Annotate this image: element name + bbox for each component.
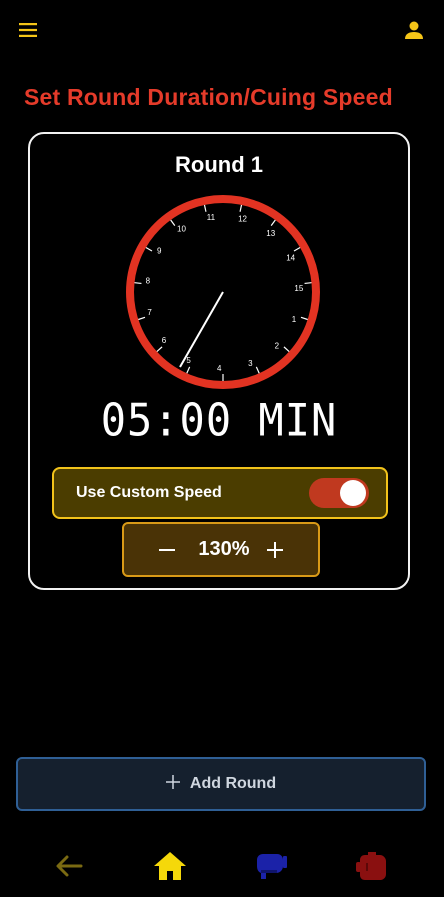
top-bar [0, 0, 444, 60]
plus-icon[interactable] [266, 541, 284, 559]
speed-stepper: 130% [122, 522, 320, 577]
custom-speed-label: Use Custom Speed [76, 484, 222, 501]
clock-number: 1 [292, 315, 297, 324]
clock-number: 14 [286, 253, 295, 262]
custom-speed-toggle[interactable] [309, 478, 369, 508]
add-round-button[interactable]: Add Round [16, 757, 426, 811]
clock-number: 6 [162, 336, 167, 345]
arrow-left-icon[interactable] [51, 848, 87, 884]
clock-number: 12 [238, 215, 247, 224]
clock-number: 7 [147, 308, 152, 317]
clock-number: 15 [294, 284, 303, 293]
clock-number: 8 [146, 276, 151, 285]
boxing-glove-icon[interactable] [253, 848, 289, 884]
plus-icon [165, 774, 180, 794]
bottom-nav [0, 842, 444, 892]
clock-number: 9 [157, 247, 162, 256]
round-card: Round 1 11 12 13 14 15 1 2 3 4 5 6 7 8 9 10 05:00 MIN … [28, 132, 410, 590]
clock-tick [134, 282, 142, 285]
clock-number: 2 [275, 342, 280, 351]
clock-tick [304, 282, 312, 285]
clock-number: 11 [207, 213, 216, 222]
clock-number: 5 [186, 356, 191, 365]
boxing-glove-icon[interactable] [354, 848, 390, 884]
page-title: Set Round Duration/Cuing Speed [24, 84, 393, 110]
hamburger-menu-icon[interactable] [16, 18, 40, 42]
clock-number: 4 [217, 364, 222, 373]
clock-number: 10 [177, 224, 186, 233]
toggle-knob [340, 480, 366, 506]
speed-value: 130% [198, 538, 250, 560]
clock-number: 3 [248, 359, 253, 368]
home-icon[interactable] [152, 848, 188, 884]
round-duration: 05:00 MIN [100, 394, 338, 447]
minus-icon[interactable] [158, 541, 176, 559]
custom-speed-row: Use Custom Speed [52, 467, 388, 519]
clock-number: 13 [266, 229, 275, 238]
round-title: Round 1 [175, 152, 263, 177]
round-clock: 11 1213141512345678910 [126, 195, 320, 389]
user-icon[interactable] [402, 18, 426, 42]
add-round-label: Add Round [189, 775, 277, 792]
